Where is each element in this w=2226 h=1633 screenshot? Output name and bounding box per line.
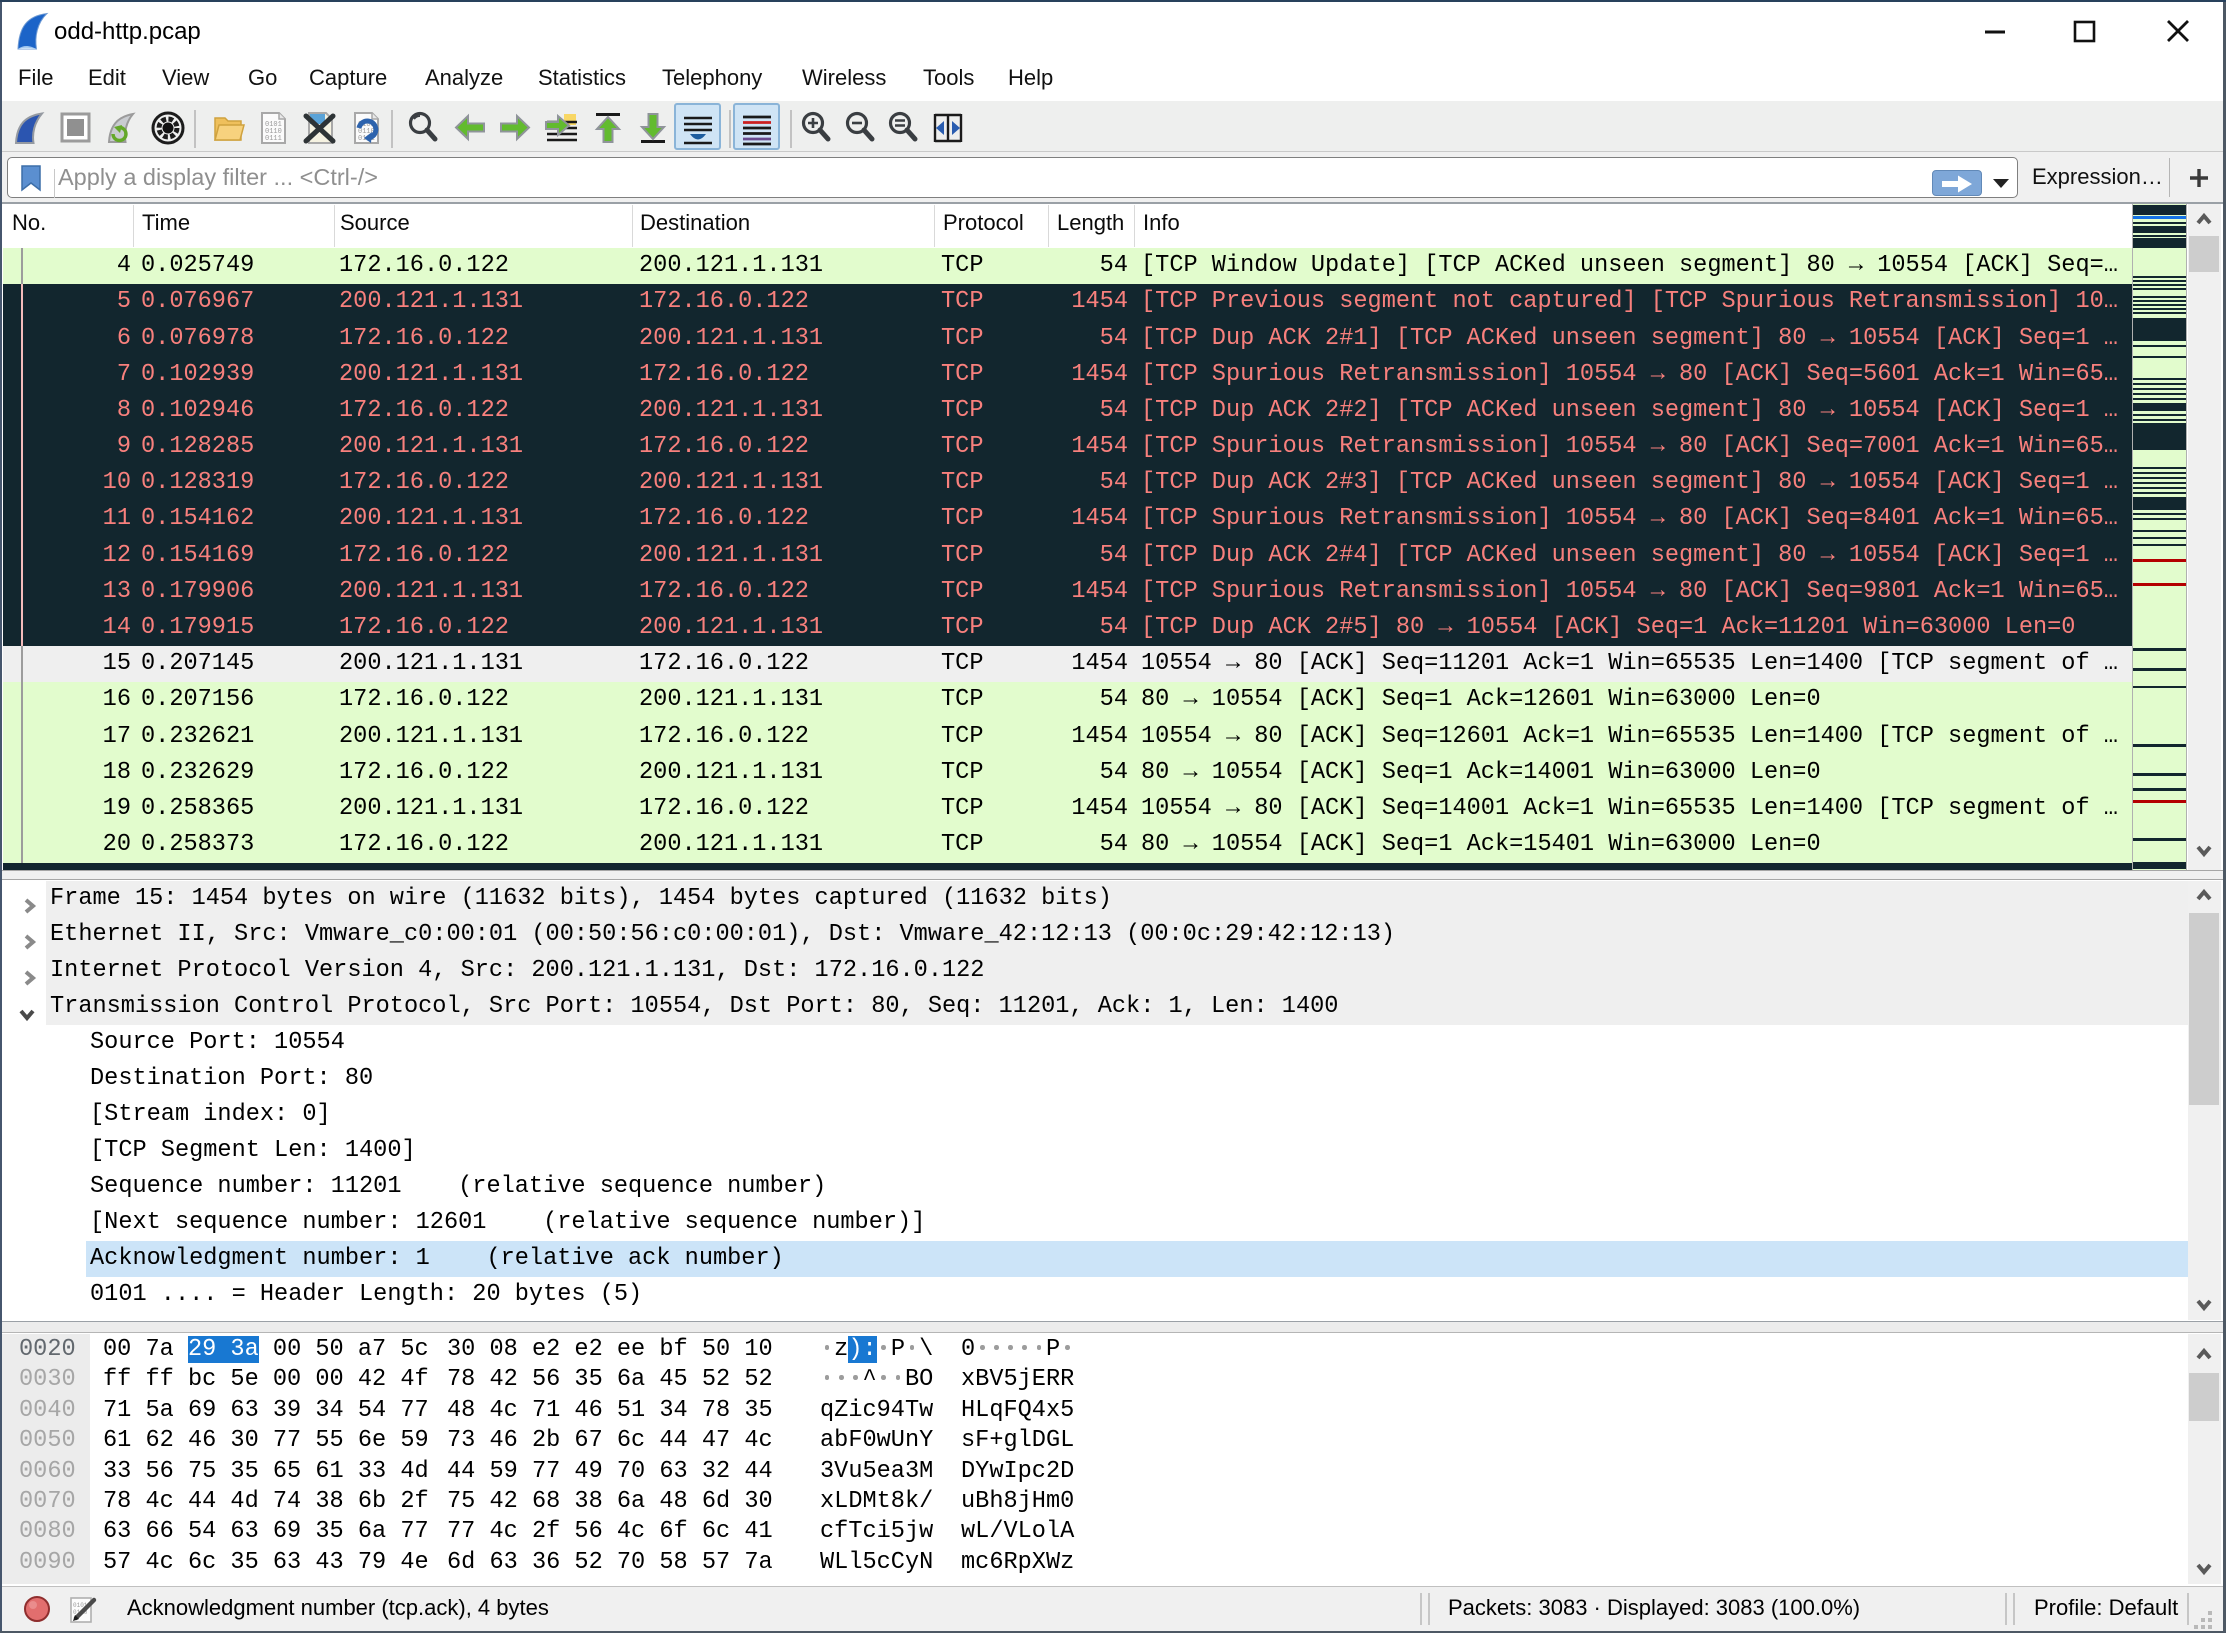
svg-text:0111: 0111	[265, 135, 282, 143]
